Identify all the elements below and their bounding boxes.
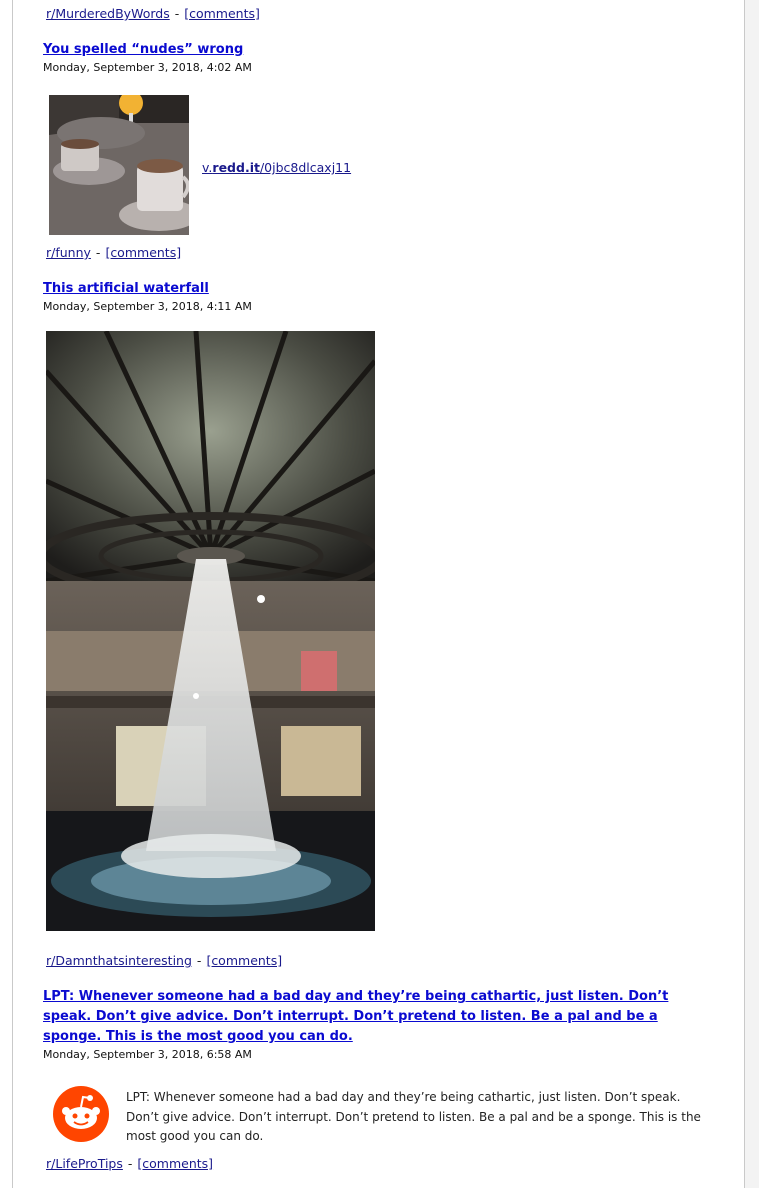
media-link-domain: redd.it <box>212 160 260 175</box>
media-link[interactable]: v.redd.it/0jbc8dlcaxj11 <box>202 160 351 175</box>
media-link-prefix: v. <box>202 160 213 175</box>
post-date: Monday, September 3, 2018, 4:02 AM <box>43 61 252 74</box>
subreddit-link[interactable]: r/MurderedByWords <box>46 6 170 21</box>
separator: - <box>174 6 180 21</box>
post-date: Monday, September 3, 2018, 6:58 AM <box>43 1048 252 1061</box>
post-thumbnail[interactable] <box>49 95 189 235</box>
post-image[interactable] <box>46 331 375 931</box>
comments-link[interactable]: [comments] <box>184 6 260 21</box>
subreddit-link[interactable]: r/LifeProTips <box>46 1156 123 1171</box>
post-body-text: LPT: Whenever someone had a bad day and … <box>126 1090 701 1143</box>
comments-link[interactable]: [comments] <box>105 245 181 260</box>
post-meta: r/LifeProTips - [comments] <box>46 1156 213 1171</box>
separator: - <box>95 245 101 260</box>
waterfall-image <box>46 331 375 931</box>
coffee-cups-image <box>49 95 189 235</box>
post-title-link[interactable]: LPT: Whenever someone had a bad day and … <box>43 987 708 1047</box>
separator: - <box>196 953 202 968</box>
post-title-link[interactable]: You spelled “nudes” wrong <box>43 40 703 60</box>
post-meta: r/funny - [comments] <box>46 245 181 260</box>
subreddit-link[interactable]: r/Damnthatsinteresting <box>46 953 192 968</box>
reddit-logo-icon <box>52 1085 110 1143</box>
scrollbar-track[interactable] <box>745 0 759 1188</box>
comments-link[interactable]: [comments] <box>206 953 282 968</box>
media-link-path: /0jbc8dlcaxj11 <box>259 160 352 175</box>
page-frame: r/MurderedByWords - [comments] You spelled… <box>0 0 759 1188</box>
post-meta: r/Damnthatsinteresting - [comments] <box>46 953 282 968</box>
post-date: Monday, September 3, 2018, 4:11 AM <box>43 300 252 313</box>
separator: - <box>127 1156 133 1171</box>
subreddit-link[interactable]: r/funny <box>46 245 91 260</box>
post-meta: r/MurderedByWords - [comments] <box>46 6 260 21</box>
comments-link[interactable]: [comments] <box>137 1156 213 1171</box>
post-title-link[interactable]: This artificial waterfall <box>43 279 703 299</box>
